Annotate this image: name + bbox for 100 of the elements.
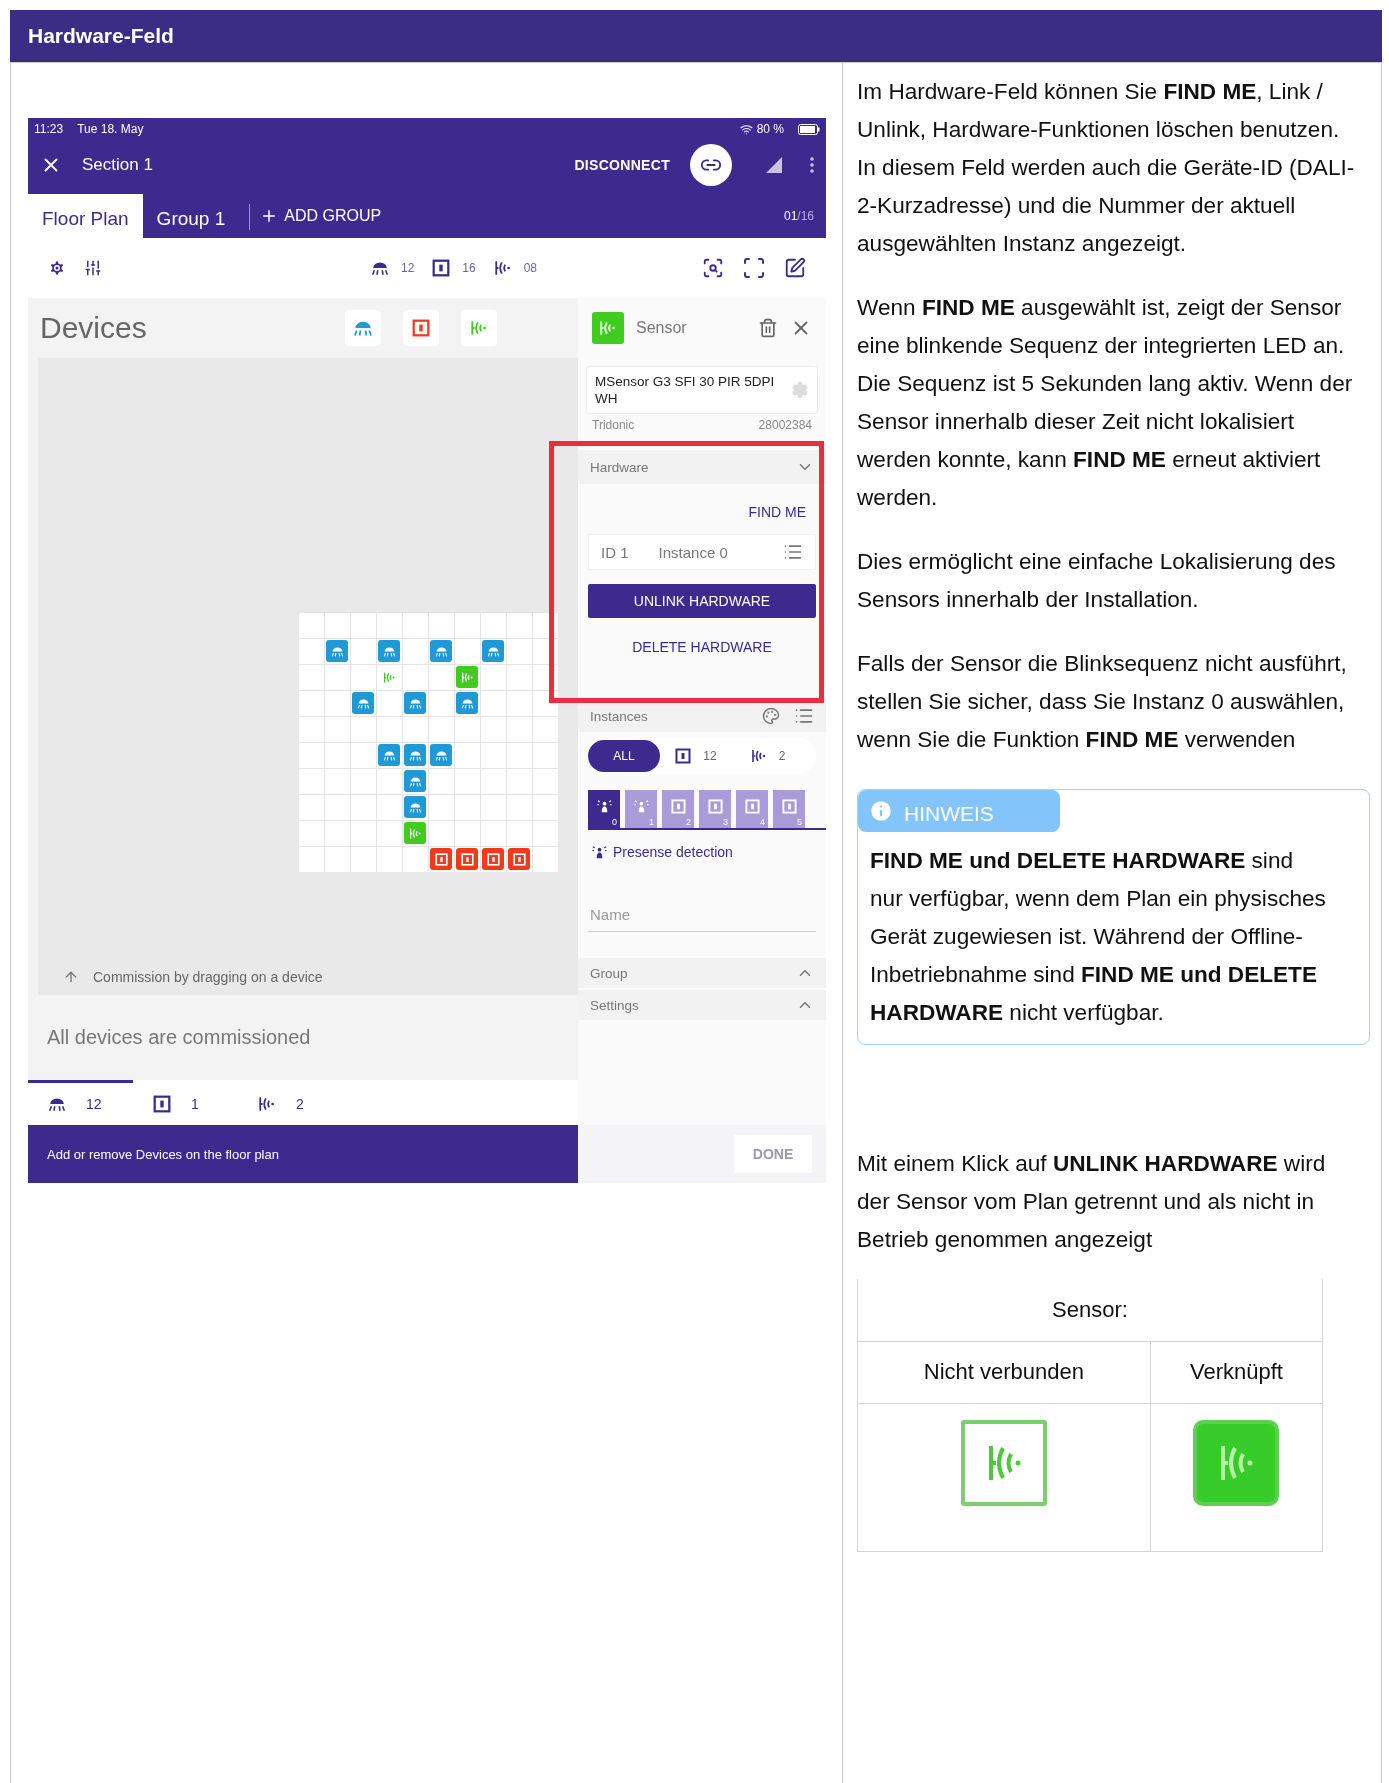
filter-chip[interactable]: ALL: [588, 740, 660, 772]
sensor-icon: [750, 748, 767, 764]
find-me-button[interactable]: FIND ME: [748, 504, 806, 520]
device-count-tab[interactable]: 2: [238, 1080, 343, 1125]
switch-tile[interactable]: [508, 848, 530, 870]
footer-text: Add or remove Devices on the floor plan: [47, 1146, 279, 1162]
lamp-tile[interactable]: [404, 744, 426, 766]
person-icon: [592, 844, 607, 860]
lamp-icon: [434, 748, 448, 762]
section-header[interactable]: Group: [578, 958, 826, 988]
device-count-tab[interactable]: 1: [133, 1080, 238, 1125]
sliders-button[interactable]: [84, 259, 102, 277]
more-button[interactable]: [810, 157, 814, 173]
sensor-type-button[interactable]: [461, 310, 497, 346]
paragraph: Mit einem Klick auf UNLINK HARDWARE wird der Sensor vom Plan getrennt und als nicht in Betrieb genommen angezeigt: [857, 1150, 1327, 1254]
lamp-icon: [486, 644, 500, 658]
switch-tile[interactable]: [430, 848, 452, 870]
lamp-tile[interactable]: [430, 640, 452, 662]
filter-chip[interactable]: 12: [660, 740, 732, 772]
status-message: All devices are commissioned: [47, 1026, 311, 1049]
lamp-icon: [408, 800, 422, 814]
switch-icon: [707, 798, 723, 814]
lamp-tile[interactable]: [456, 692, 478, 714]
lamp-icon: [356, 696, 370, 710]
battery-icon: [798, 123, 820, 135]
switch-icon: [486, 852, 500, 866]
table-header: Sensor:: [857, 1279, 1323, 1341]
tab[interactable]: Group 1: [142, 194, 240, 238]
add-group-button[interactable]: ADD GROUP: [260, 190, 784, 238]
info-icon: [868, 798, 894, 824]
instance-tile[interactable]: 0: [588, 790, 620, 828]
hint-text: Commission by dragging on a device: [93, 969, 323, 985]
palette-icon: [762, 707, 780, 725]
list-icon: [794, 706, 814, 726]
lamp-tile[interactable]: [378, 640, 400, 662]
date-text: Tue 18. May: [77, 122, 144, 136]
note-label: HINWEIS: [904, 801, 994, 827]
sensor-icon: [470, 319, 488, 337]
list-icon: [783, 542, 803, 562]
sensor-icon: [460, 670, 474, 684]
lamp-tile[interactable]: [404, 796, 426, 818]
instances-title: Instances: [590, 708, 649, 724]
switch-icon: [744, 798, 760, 814]
lamp-icon: [408, 774, 422, 788]
switch-tile[interactable]: [456, 848, 478, 870]
sensor-icon: [408, 826, 422, 840]
switch-icon: [512, 852, 526, 866]
switch-icon: [781, 798, 797, 814]
paragraph: Wenn FIND ME ausgewählt ist, zeigt der Sensor eine blinkende Sequenz der integrierten LED an. Die Sequenz ist 5 Sekunden lang aktiv. Wenn der Sensor innerhalb dieser Zeit nicht lokalisiert werden konnte, kann FIND ME erneut aktiviert werden.: [857, 294, 1354, 512]
section-header[interactable]: Hardware: [578, 450, 826, 484]
note-text: FIND ME und DELETE HARDWARE sind nur verfügbar, wenn dem Plan ein physisches Gerät zugewiesen ist. Während der Offline-Inbetriebnahme sind FIND ME und DELETE HARDWARE nicht verfügbar.: [869, 847, 1327, 1027]
lamp-tile[interactable]: [430, 744, 452, 766]
delete-hardware-button[interactable]: DELETE HARDWARE: [588, 632, 816, 662]
settings-button[interactable]: [48, 259, 66, 277]
switch-tile[interactable]: [482, 848, 504, 870]
name-field[interactable]: Name: [588, 898, 816, 932]
lamp-tile[interactable]: [326, 640, 348, 662]
sensor-tile[interactable]: [456, 666, 478, 688]
switch-icon: [460, 852, 474, 866]
person-icon: [596, 798, 612, 814]
lamp-icon: [370, 259, 389, 277]
lamp-tile[interactable]: [404, 692, 426, 714]
delete-button[interactable]: [758, 318, 778, 338]
paragraph: Im Hardware-Feld können Sie FIND ME, Link / Unlink, Hardware-Funktionen löschen benutzen. In diesem Feld werden auch die Geräte-ID (DALI-2-Kurzadresse) und die Nummer der aktuell ausgewählten Instanz angezeigt.: [857, 78, 1356, 258]
lamp-icon: [434, 644, 448, 658]
lamp-type-button[interactable]: [345, 310, 381, 346]
vendor-text: Tridonic: [592, 418, 635, 432]
switch-icon: [412, 319, 430, 337]
section-title: Section 1: [82, 155, 154, 175]
section-header[interactable]: Settings: [578, 990, 826, 1020]
disconnect-button[interactable]: DISCONNECT: [574, 157, 670, 173]
filter-chip[interactable]: 2: [732, 740, 804, 772]
table-cell: Verknüpft: [1150, 1341, 1323, 1403]
lamp-tile[interactable]: [352, 692, 374, 714]
search-button[interactable]: [702, 257, 724, 279]
edit-button[interactable]: [784, 257, 806, 279]
device-count: 08: [523, 261, 538, 275]
sensor-icon: [382, 670, 396, 684]
lamp-icon: [48, 1095, 66, 1113]
tab[interactable]: Floor Plan: [28, 194, 143, 238]
switch-icon: [153, 1095, 171, 1113]
unlink-button[interactable]: UNLINK HARDWARE: [588, 584, 816, 618]
link-button[interactable]: [690, 144, 732, 186]
id-text: ID 1: [601, 543, 629, 561]
lamp-tile[interactable]: [404, 770, 426, 792]
frame-button[interactable]: [742, 256, 766, 280]
detection-label: Presense detection: [613, 844, 733, 860]
lamp-tile[interactable]: [482, 640, 504, 662]
page-counter: 01/16: [783, 208, 814, 223]
switch-type-button[interactable]: [403, 310, 439, 346]
sensor-tile[interactable]: [404, 822, 426, 844]
settings-icon: [791, 381, 809, 399]
frame-icon: [742, 256, 766, 280]
more-icon: [810, 157, 814, 173]
devices-title: Devices: [40, 311, 148, 345]
trash-icon: [758, 318, 778, 338]
person-icon: [633, 798, 649, 814]
sensor-icon: [258, 1095, 276, 1113]
switch-icon: [434, 852, 448, 866]
lamp-tile[interactable]: [378, 744, 400, 766]
